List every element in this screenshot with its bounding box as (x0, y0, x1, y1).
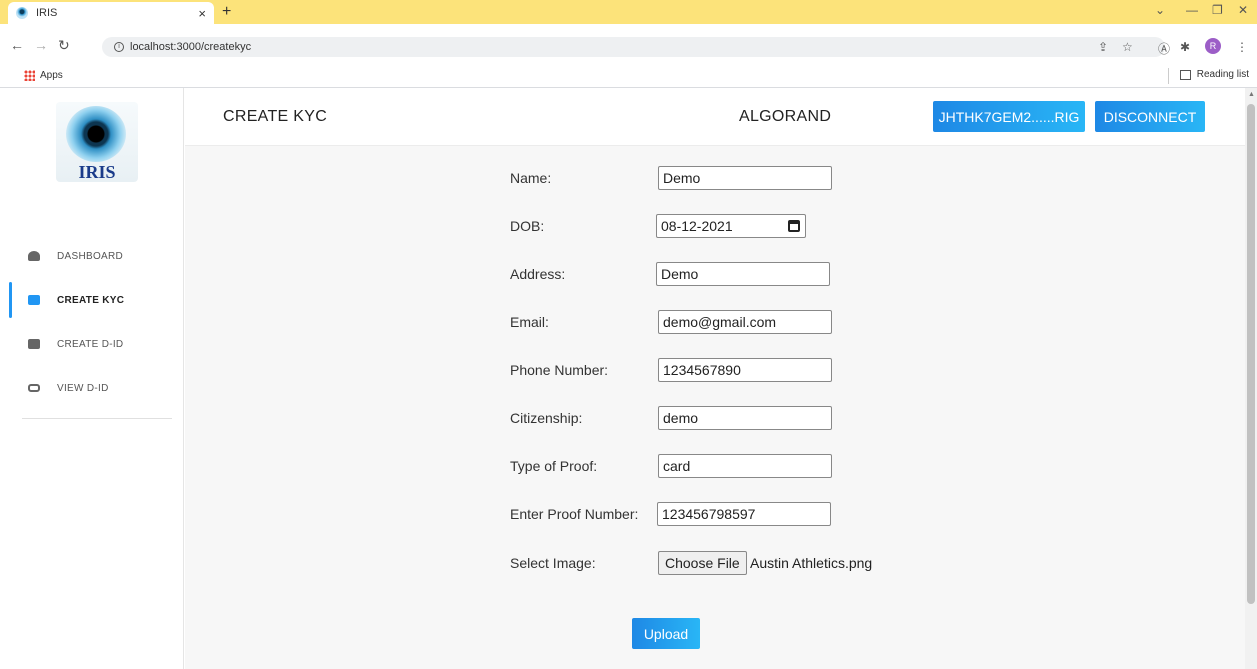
active-indicator (9, 282, 12, 318)
form-row-phone: Phone Number: 1234567890 (510, 358, 1010, 382)
page-title: CREATE KYC (223, 108, 328, 125)
extensions-puzzle-icon[interactable]: ✱ (1180, 40, 1190, 54)
sidebar-item-create-did[interactable]: CREATE D-ID (0, 332, 184, 356)
email-input[interactable]: demo@gmail.com (658, 310, 832, 334)
eye-logo-icon (66, 106, 126, 162)
minimize-icon[interactable]: — (1186, 3, 1198, 17)
url-text: localhost:3000/createkyc (130, 41, 252, 53)
dob-date-input[interactable]: 08-12-2021 (656, 214, 806, 238)
apps-grid-icon (24, 70, 35, 81)
disconnect-button[interactable]: DISCONNECT (1095, 101, 1205, 132)
phone-input[interactable]: 1234567890 (658, 358, 832, 382)
citizenship-label: Citizenship: (510, 410, 583, 426)
network-name: ALGORAND (739, 108, 832, 125)
tab-title: IRIS (36, 7, 58, 19)
address-input[interactable]: Demo (656, 262, 830, 286)
sidebar-item-label: CREATE D-ID (57, 338, 124, 350)
wallet-icon (28, 339, 40, 349)
sidebar-item-view-did[interactable]: VIEW D-ID (0, 376, 184, 400)
email-label: Email: (510, 314, 549, 330)
logo-text: IRIS (78, 162, 116, 182)
reading-list-label: Reading list (1196, 69, 1249, 80)
app-root: IRIS DASHBOARD CREATE KYC CREATE D-ID VI… (0, 88, 1257, 669)
header: CREATE KYC ALGORAND JHTHK7GEM2......RIG … (185, 88, 1245, 146)
bookmarks-divider (1168, 68, 1169, 84)
wallet-icon (28, 295, 40, 305)
proof-number-label: Enter Proof Number: (510, 506, 639, 522)
reload-icon[interactable]: ↻ (58, 37, 70, 54)
name-input[interactable]: Demo (658, 166, 832, 190)
restore-icon[interactable]: ❐ (1212, 3, 1223, 17)
image-label: Select Image: (510, 555, 596, 571)
phone-label: Phone Number: (510, 362, 609, 378)
form-row-name: Name: Demo (510, 166, 1010, 190)
reading-list-icon (1179, 69, 1191, 80)
selected-file-name: Austin Athletics.png (750, 555, 873, 571)
scroll-thumb[interactable] (1247, 104, 1255, 604)
close-window-icon[interactable]: ✕ (1238, 3, 1248, 17)
sidebar: IRIS DASHBOARD CREATE KYC CREATE D-ID VI… (0, 88, 184, 669)
form-row-email: Email: demo@gmail.com (510, 310, 1010, 334)
new-tab-button[interactable]: + (222, 3, 231, 21)
form-row-address: Address: Demo (510, 262, 1010, 286)
citizenship-input[interactable]: demo (658, 406, 832, 430)
apps-bookmark[interactable]: Apps (24, 70, 63, 81)
bookmarks-bar: Apps Reading list (0, 64, 1257, 88)
upload-button[interactable]: Upload (632, 618, 700, 649)
back-icon[interactable]: ← (10, 37, 24, 53)
extension-a-icon[interactable]: Ⓐ (1158, 40, 1170, 57)
iris-favicon-icon (16, 7, 28, 19)
main-content: CREATE KYC ALGORAND JHTHK7GEM2......RIG … (185, 88, 1245, 669)
dob-value: 08-12-2021 (661, 218, 733, 234)
browser-tab-bar: IRIS × + ⌄ — ❐ ✕ (0, 0, 1257, 24)
share-icon[interactable]: ⇪ (1098, 40, 1108, 54)
browser-tab[interactable]: IRIS × (8, 2, 214, 24)
proof-number-input[interactable]: 123456798597 (657, 502, 831, 526)
address-label: Address: (510, 266, 566, 282)
dashboard-icon (28, 251, 40, 261)
transfer-icon (28, 384, 40, 392)
choose-file-button[interactable]: Choose File (658, 551, 747, 575)
proof-type-label: Type of Proof: (510, 458, 598, 474)
reading-list-button[interactable]: Reading list (1179, 69, 1249, 80)
form-row-image: Select Image: Choose File Austin Athleti… (510, 551, 1010, 575)
calendar-icon[interactable] (788, 220, 800, 232)
scroll-up-icon[interactable]: ▲ (1248, 91, 1255, 98)
menu-kebab-icon[interactable]: ⋮ (1236, 40, 1248, 54)
proof-type-input[interactable]: card (658, 454, 832, 478)
profile-avatar[interactable]: R (1205, 38, 1221, 54)
wallet-address-button[interactable]: JHTHK7GEM2......RIG (933, 101, 1085, 132)
sidebar-divider (22, 418, 172, 419)
form-row-citizenship: Citizenship: demo (510, 406, 1010, 430)
sidebar-item-dashboard[interactable]: DASHBOARD (0, 244, 184, 268)
dob-label: DOB: (510, 218, 545, 234)
sidebar-item-label: DASHBOARD (57, 250, 124, 262)
address-bar[interactable]: i localhost:3000/createkyc (102, 37, 1165, 57)
forward-icon[interactable]: → (34, 37, 48, 53)
sidebar-item-label: VIEW D-ID (57, 382, 109, 394)
apps-label: Apps (40, 70, 63, 81)
form-row-dob: DOB: 08-12-2021 (510, 214, 1010, 238)
site-info-icon[interactable]: i (114, 42, 124, 52)
form-row-proof-type: Type of Proof: card (510, 454, 1010, 478)
sidebar-item-label: CREATE KYC (57, 294, 125, 306)
form-row-proof-number: Enter Proof Number: 123456798597 (510, 502, 1010, 526)
name-label: Name: (510, 170, 552, 186)
iris-logo: IRIS (56, 102, 138, 182)
bookmark-star-icon[interactable]: ☆ (1122, 40, 1133, 54)
sidebar-item-create-kyc[interactable]: CREATE KYC (0, 282, 184, 318)
page-scrollbar[interactable]: ▲ (1245, 88, 1257, 669)
tab-close-icon[interactable]: × (198, 6, 206, 21)
tab-search-icon[interactable]: ⌄ (1155, 3, 1165, 17)
